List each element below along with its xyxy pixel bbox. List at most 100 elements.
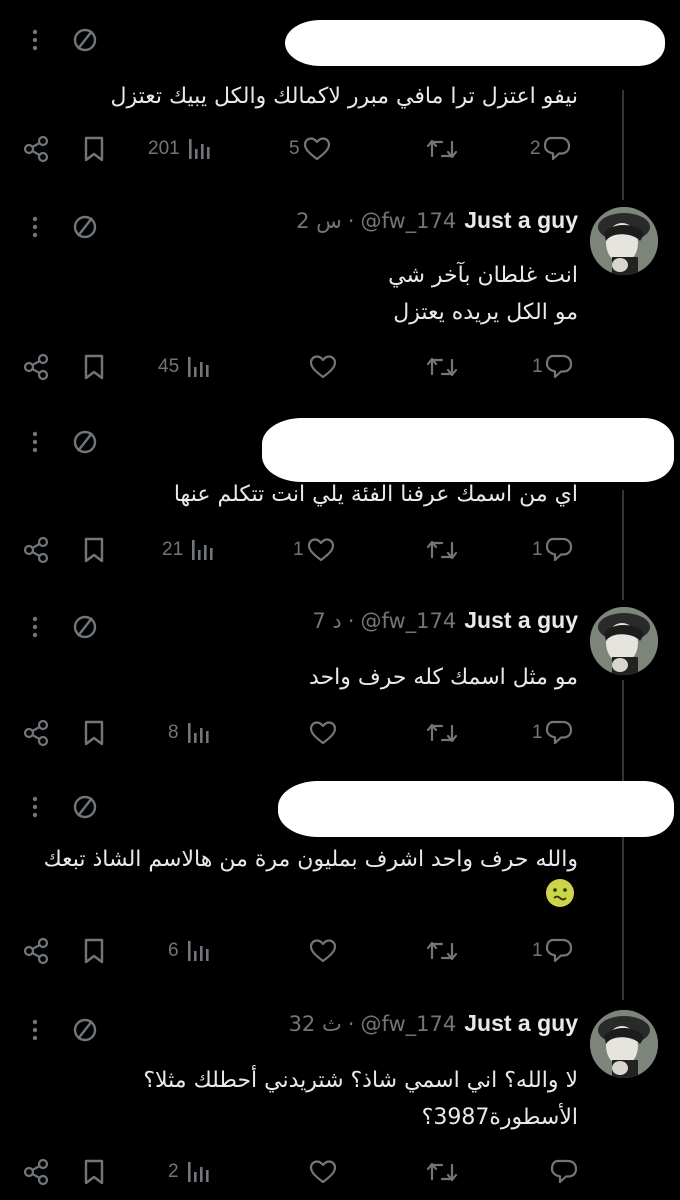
not-allowed-button[interactable]: [70, 420, 100, 464]
more-options-button[interactable]: [24, 18, 46, 62]
user-display-name[interactable]: Just a guy: [464, 1010, 578, 1037]
bookmark-button[interactable]: [83, 1150, 105, 1194]
tweet-2[interactable]: 2 س · @fw_174 Just a guy انت غلطان بآخر …: [0, 205, 680, 345]
retweet-button[interactable]: [426, 127, 458, 171]
user-handle[interactable]: @fw_174: [360, 609, 456, 633]
tweet-text: لا والله؟ اني اسمي شاذ؟ شتريدني أحطلك مث…: [143, 1068, 578, 1130]
not-allowed-button[interactable]: [70, 785, 100, 829]
avatar[interactable]: [590, 207, 658, 275]
user-display-name[interactable]: Just a guy: [464, 607, 578, 634]
retweet-button[interactable]: [426, 929, 458, 973]
tweet-3-actions: 21 1 1: [0, 528, 680, 572]
more-options-button[interactable]: [24, 205, 46, 249]
tweet-4[interactable]: 7 د · @fw_174 Just a guy مو مثل اسمك كله…: [0, 605, 680, 705]
more-options-button[interactable]: [24, 1008, 46, 1052]
reply-button[interactable]: 1: [532, 711, 573, 755]
heart-icon: [303, 137, 330, 161]
user-display-name[interactable]: Just a guy: [464, 207, 578, 234]
reply-button[interactable]: 2: [530, 127, 571, 171]
more-options-button[interactable]: [24, 420, 46, 464]
tweet-5-actions: 6 1: [0, 929, 680, 973]
tweet-3[interactable]: اي من اسمك عرفنا الفئة يلي انت تتكلم عنه…: [0, 418, 680, 530]
no-entry-circle-icon: [73, 430, 97, 454]
share-button[interactable]: [22, 929, 50, 973]
share-icon: [23, 353, 49, 381]
redacted-author: [262, 418, 674, 482]
reply-bubble-icon: [543, 136, 570, 161]
like-button[interactable]: 5: [289, 127, 331, 171]
redacted-author: [278, 781, 674, 837]
bookmark-button[interactable]: [83, 127, 105, 171]
no-entry-circle-icon: [73, 215, 97, 239]
views-button[interactable]: 45: [158, 345, 211, 389]
like-button[interactable]: [309, 1150, 337, 1194]
bookmark-icon: [84, 1159, 104, 1185]
reply-bubble-icon: [545, 720, 572, 745]
reply-count: 2: [530, 138, 541, 159]
separator-dot: ·: [347, 609, 355, 633]
views-count: 21: [162, 539, 184, 560]
share-button[interactable]: [22, 345, 50, 389]
reply-button[interactable]: 1: [532, 345, 573, 389]
more-vertical-icon: [32, 216, 38, 238]
reply-bubble-icon: [545, 938, 572, 963]
retweet-button[interactable]: [426, 1150, 458, 1194]
share-button[interactable]: [22, 1150, 50, 1194]
share-icon: [23, 536, 49, 564]
like-button[interactable]: [309, 929, 337, 973]
bookmark-button[interactable]: [83, 711, 105, 755]
share-icon: [23, 135, 49, 163]
not-allowed-button[interactable]: [70, 605, 100, 649]
avatar[interactable]: [590, 607, 658, 675]
bookmark-button[interactable]: [83, 528, 105, 572]
views-button[interactable]: 6: [168, 929, 211, 973]
like-button[interactable]: [309, 711, 337, 755]
views-button[interactable]: 2: [168, 1150, 211, 1194]
retweet-icon: [426, 1162, 458, 1182]
more-options-button[interactable]: [24, 785, 46, 829]
retweet-icon: [426, 723, 458, 743]
bookmark-button[interactable]: [83, 345, 105, 389]
user-handle[interactable]: @fw_174: [360, 209, 456, 233]
user-handle[interactable]: @fw_174: [360, 1012, 456, 1036]
reply-button[interactable]: [550, 1150, 578, 1194]
analytics-bars-icon: [187, 941, 209, 961]
share-icon: [23, 719, 49, 747]
like-count: 5: [289, 138, 300, 159]
like-button[interactable]: 1: [293, 528, 335, 572]
retweet-icon: [426, 941, 458, 961]
tweet-6[interactable]: 32 ث · @fw_174 Just a guy لا والله؟ اني …: [0, 1008, 680, 1148]
not-allowed-button[interactable]: [70, 1008, 100, 1052]
retweet-button[interactable]: [426, 528, 458, 572]
views-button[interactable]: 201: [148, 127, 212, 171]
nauseated-face-emoji: [546, 879, 574, 907]
more-vertical-icon: [32, 796, 38, 818]
tweet-time: 2 س: [296, 209, 342, 233]
more-vertical-icon: [32, 1019, 38, 1041]
tweet-5[interactable]: والله حرف واحد اشرف بمليون مرة من هالاسم…: [0, 781, 680, 925]
share-button[interactable]: [22, 528, 50, 572]
tweet-header: 7 د · @fw_174 Just a guy: [306, 607, 578, 634]
retweet-button[interactable]: [426, 711, 458, 755]
like-button[interactable]: [309, 345, 337, 389]
views-button[interactable]: 8: [168, 711, 211, 755]
share-icon: [23, 1158, 49, 1186]
share-button[interactable]: [22, 711, 50, 755]
retweet-button[interactable]: [426, 345, 458, 389]
bookmark-button[interactable]: [83, 929, 105, 973]
tweet-4-actions: 8 1: [0, 711, 680, 755]
tweet-text: مو مثل اسمك كله حرف واحد: [309, 665, 578, 690]
redacted-author: [285, 20, 665, 66]
bookmark-icon: [84, 537, 104, 563]
reply-button[interactable]: 1: [532, 929, 573, 973]
avatar[interactable]: [590, 1010, 658, 1078]
tweet-1-actions: 201 5 2: [0, 127, 680, 171]
not-allowed-button[interactable]: [70, 18, 100, 62]
more-options-button[interactable]: [24, 605, 46, 649]
not-allowed-button[interactable]: [70, 205, 100, 249]
views-button[interactable]: 21: [162, 528, 215, 572]
reply-bubble-icon: [545, 354, 572, 379]
reply-count: 1: [532, 539, 543, 560]
share-button[interactable]: [22, 127, 50, 171]
reply-button[interactable]: 1: [532, 528, 573, 572]
